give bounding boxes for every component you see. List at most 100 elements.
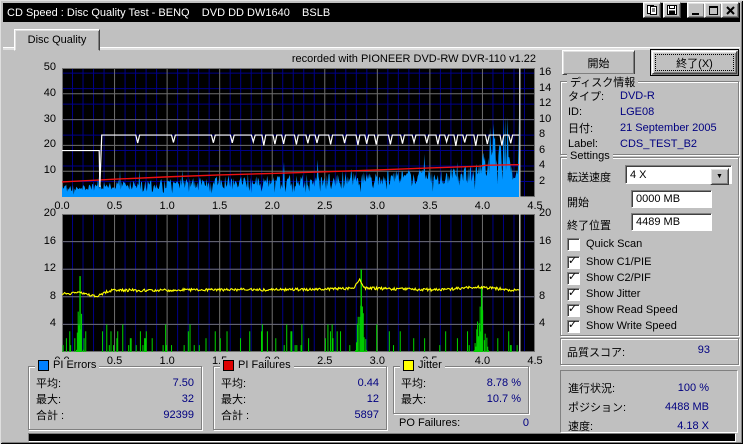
disc-info-row-label: ID: <box>568 106 583 118</box>
status-row-label: 進行状況: <box>568 382 616 395</box>
checkbox-label: Show Jitter <box>586 288 641 300</box>
checkbox-label: Show Write Speed <box>586 320 677 332</box>
legend-rows: 平均: 8.78 % 最大: 10.7 % <box>394 367 528 407</box>
bottom-chart-left-tick: 20 <box>43 207 56 219</box>
chart-title: recorded with PIONEER DVD-RW DVR-110 v1.… <box>291 53 536 65</box>
checkbox-show-read-speed[interactable]: ✓ Show Read Speed <box>567 302 678 318</box>
po-failures-value: 0 <box>522 417 529 429</box>
legend-rows: 平均: 0.44 最大: 12 合計 :5897 <box>214 367 386 423</box>
end-mb-label: 終了位置 <box>567 220 611 232</box>
save-icon-button[interactable] <box>663 2 681 18</box>
checkbox-box: ✓ <box>567 318 580 333</box>
top-chart-left-tick: 10 <box>43 164 56 177</box>
legend-row: 最大: 32 <box>36 393 194 406</box>
checkbox-show-jitter[interactable]: ✓ Show Jitter <box>567 286 678 302</box>
disc-info-row: ID: LGE08 <box>568 104 738 120</box>
maximize-icon <box>708 5 718 15</box>
legend-row: 最大: 10.7 % <box>401 393 521 406</box>
disc-info-row: 日付: 21 September 2005 <box>568 120 738 136</box>
disc-info-row-value: LGE08 <box>620 106 655 118</box>
start-mb-field[interactable]: 0000 MB <box>631 190 712 208</box>
check-icon: ✓ <box>568 270 578 283</box>
top-chart-x-tick: 4.0 <box>474 200 491 212</box>
speed-value: 4 X <box>630 168 647 181</box>
bottom-chart-left-tick: 12 <box>43 262 56 275</box>
chevron-down-icon[interactable]: ▼ <box>710 168 729 185</box>
checkbox-box: ✓ <box>567 286 580 301</box>
status-row-value: 4.18 X <box>677 419 709 432</box>
legend-rows: 平均: 7.50 最大: 32 合計 :92399 <box>29 367 201 423</box>
checkbox-label: Show Read Speed <box>586 304 678 316</box>
top-chart-left-tick: 30 <box>43 112 56 125</box>
disc-info-row-label: タイプ: <box>568 91 605 103</box>
checkbox-quick-scan[interactable]: Quick Scan <box>567 236 678 252</box>
checkbox-box <box>567 237 580 251</box>
status-row: 進行状況: 100 % <box>561 378 737 397</box>
start-mb-label: 開始 <box>567 197 589 209</box>
check-icon: ✓ <box>568 318 578 331</box>
pif-jitter-chart <box>62 214 535 352</box>
minimize-icon <box>692 6 700 15</box>
legend-row: 合計 :5897 <box>221 409 379 422</box>
jitter-legend-swatch <box>403 359 414 371</box>
pi-errors-legend-swatch <box>38 359 49 371</box>
checkbox-show-c1-pie[interactable]: ✓ Show C1/PIE <box>567 254 678 270</box>
progress-bar <box>28 433 736 442</box>
exit-button[interactable]: 終了(X) <box>650 49 739 76</box>
legend-title: PI Errors <box>35 359 100 371</box>
legend-row: 平均: 0.44 <box>221 377 379 390</box>
bottom-chart-left-tick: 16 <box>43 234 56 247</box>
top-chart-x-tick: 3.0 <box>369 200 385 212</box>
legend-row: 合計 :92399 <box>36 409 194 422</box>
exit-button-label: 終了(X) <box>676 57 713 70</box>
speed-label: 転送速度 <box>567 172 611 184</box>
disc-info-row-value: 21 September 2005 <box>620 122 717 134</box>
checkbox-label: Show C1/PIE <box>586 256 652 268</box>
status-row-value: 4488 MB <box>664 400 709 413</box>
top-chart-x-tick: 2.5 <box>317 200 333 212</box>
speed-combobox[interactable]: 4 X ▼ <box>625 165 732 185</box>
close-button[interactable] <box>721 2 739 18</box>
quality-score-group: 品質スコア: 93 <box>560 338 739 365</box>
settings-group: Settings 転送速度 4 X ▼ 開始 0000 MB 終了位置 4489… <box>560 150 739 336</box>
check-icon: ✓ <box>568 254 578 267</box>
top-chart-x-tick: 3.5 <box>422 200 438 212</box>
checkbox-box: ✓ <box>567 302 580 317</box>
check-icon: ✓ <box>568 286 578 299</box>
maximize-button[interactable] <box>704 2 722 18</box>
disc-info-row-value: CDS_TEST_B2 <box>620 138 698 150</box>
legend-title: Jitter <box>400 359 445 371</box>
top-chart-x-tick: 1.0 <box>159 200 175 212</box>
cd-speed-window: CD Speed : Disc Quality Test - BENQ DVD … <box>0 0 743 444</box>
minimize-button[interactable] <box>687 2 705 18</box>
po-failures-label: PO Failures: <box>399 417 461 429</box>
start-button[interactable]: 開始 <box>562 50 635 75</box>
tab-disc-quality[interactable]: Disc Quality <box>14 29 100 51</box>
disc-info-row: タイプ: DVD-R <box>568 88 738 104</box>
top-chart-x-tick: 0.5 <box>106 200 123 212</box>
save-icon <box>667 5 677 15</box>
bottom-chart-left-tick: 8 <box>49 289 56 302</box>
checkbox-label: Show C2/PIF <box>586 272 651 284</box>
disc-info-row-value: DVD-R <box>620 90 655 102</box>
checkbox-show-write-speed[interactable]: ✓ Show Write Speed <box>567 318 678 334</box>
copy-icon <box>647 5 657 15</box>
window-title: CD Speed : Disc Quality Test - BENQ DVD … <box>7 6 331 19</box>
checkbox-label: Quick Scan <box>586 238 643 250</box>
end-mb-field[interactable]: 4489 MB <box>631 213 712 231</box>
window-titlebar: CD Speed : Disc Quality Test - BENQ DVD … <box>3 3 740 22</box>
checkbox-show-c2-pif[interactable]: ✓ Show C2/PIF <box>567 270 678 286</box>
start-button-label: 開始 <box>587 57 610 70</box>
check-icon: ✓ <box>568 302 578 315</box>
top-chart-left-tick: 20 <box>43 138 56 151</box>
legend-row: 平均: 8.78 % <box>401 377 521 390</box>
legend-row: 平均: 7.50 <box>36 377 194 390</box>
status-row: ポジション: 4488 MB <box>561 397 737 416</box>
copy-icon-button[interactable] <box>643 2 661 18</box>
quality-score-value: 93 <box>697 344 710 356</box>
status-row-label: ポジション: <box>568 401 627 414</box>
status-row-label: 速度: <box>568 420 594 433</box>
quality-score-label: 品質スコア: <box>567 347 626 359</box>
jitter-panel: Jitter 平均: 8.78 % 最大: 10.7 % <box>393 359 529 414</box>
pi-errors-panel: PI Errors 平均: 7.50 最大: 32 合計 :92399 <box>28 359 202 430</box>
